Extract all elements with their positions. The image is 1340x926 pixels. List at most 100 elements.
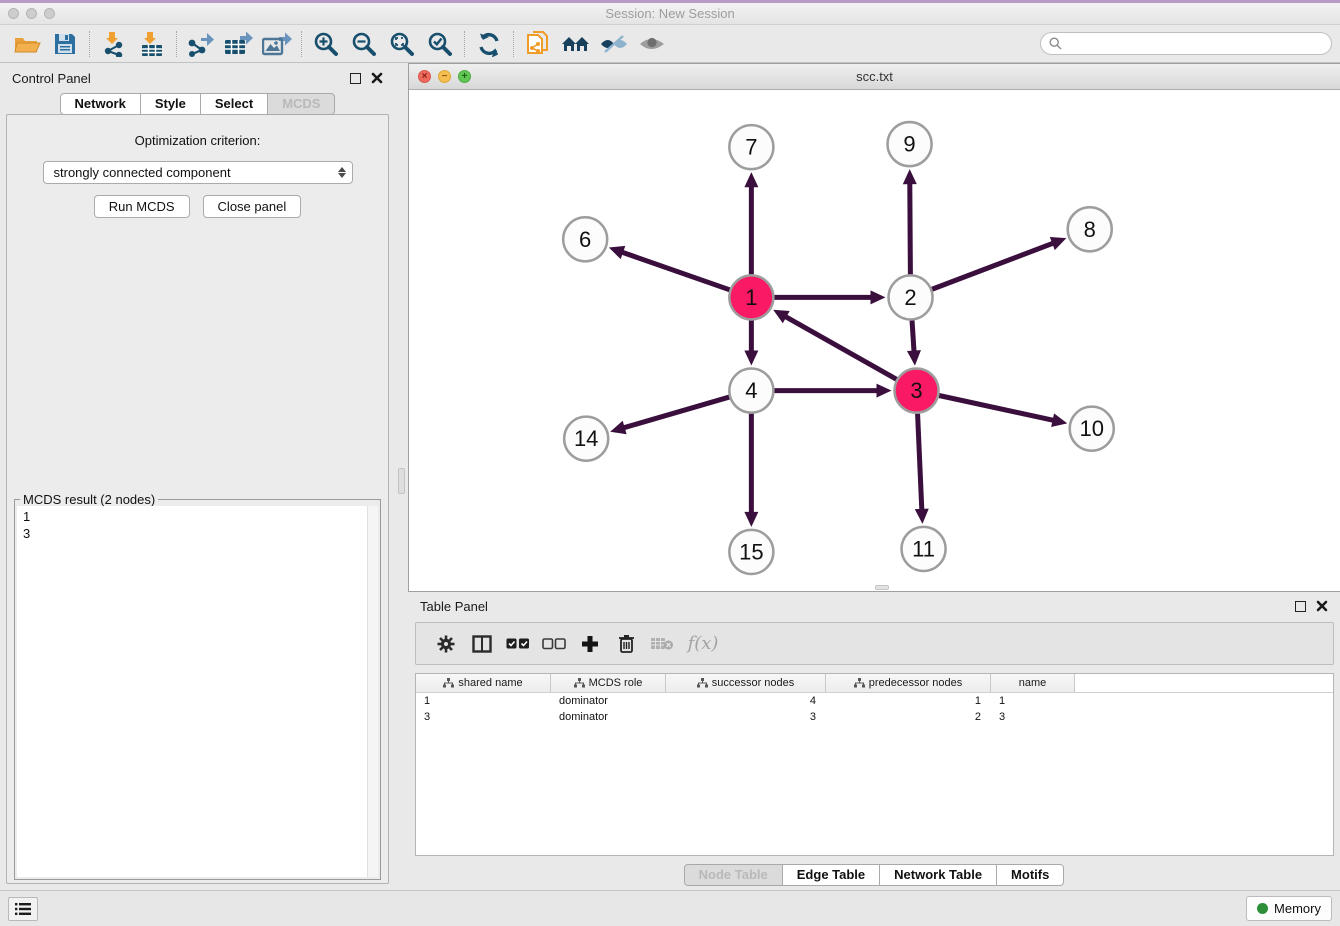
cell-shared-name[interactable]: 3 [416, 711, 551, 723]
tab-network[interactable]: Network [60, 93, 141, 115]
delete-button[interactable] [608, 627, 644, 661]
cell-MCDS-role[interactable]: dominator [551, 711, 666, 723]
column-tree-icon [574, 678, 585, 688]
tab-node-table[interactable]: Node Table [684, 864, 783, 886]
column-label: successor nodes [712, 677, 795, 689]
canvas-resize-grip[interactable] [875, 585, 889, 590]
tab-mcds[interactable]: MCDS [267, 93, 335, 115]
memory-button[interactable]: Memory [1246, 896, 1332, 921]
float-panel-icon[interactable] [350, 73, 361, 84]
column-label: name [1019, 677, 1047, 689]
cell-successor-nodes[interactable]: 4 [666, 695, 826, 707]
close-table-panel-icon[interactable] [1316, 600, 1328, 612]
window-controls-inactive[interactable] [8, 8, 55, 19]
column-header-shared-name[interactable]: shared name [416, 674, 551, 692]
export-table-button[interactable] [220, 28, 258, 60]
settings-gear-button[interactable] [428, 627, 464, 661]
zoom-fit-button[interactable] [383, 28, 421, 60]
column-header-name[interactable]: name [991, 674, 1075, 692]
network-graph[interactable]: 7968124314101511 [409, 90, 1340, 591]
node-label-2: 2 [904, 285, 916, 310]
search-box[interactable] [1040, 32, 1332, 55]
export-network-button[interactable] [182, 28, 220, 60]
tab-style[interactable]: Style [140, 93, 201, 115]
delete-table-button[interactable] [644, 627, 680, 661]
column-tree-icon [854, 678, 865, 688]
search-input[interactable] [1067, 37, 1323, 51]
show-eye-button[interactable] [633, 28, 671, 60]
edge-2-8[interactable] [932, 243, 1054, 289]
column-header-successor-nodes[interactable]: successor nodes [666, 674, 826, 692]
close-window-icon[interactable] [8, 8, 19, 19]
edge-4-14[interactable] [623, 397, 730, 428]
edge-arrowhead [609, 246, 625, 259]
table-body: 1dominator4113dominator323 [416, 693, 1333, 725]
cell-predecessor-nodes[interactable]: 2 [826, 711, 991, 723]
edge-2-9[interactable] [910, 182, 911, 274]
task-history-button[interactable] [8, 897, 38, 921]
edge-arrowhead [1051, 413, 1067, 427]
node-table[interactable]: shared nameMCDS role successor nodes prede… [415, 673, 1334, 856]
control-panel-header: Control Panel [0, 63, 395, 93]
run-mcds-button[interactable]: Run MCDS [94, 195, 190, 218]
maximize-window-icon[interactable] [44, 8, 55, 19]
mcds-result-text[interactable]: 13 [17, 506, 367, 877]
export-image-icon [262, 31, 292, 57]
deselect-all-icon [542, 638, 566, 650]
cell-successor-nodes[interactable]: 3 [666, 711, 826, 723]
tab-edge-table[interactable]: Edge Table [782, 864, 880, 886]
add-column-button[interactable] [572, 627, 608, 661]
export-image-button[interactable] [258, 28, 296, 60]
import-network-button[interactable] [95, 28, 133, 60]
node-label-1: 1 [745, 285, 757, 310]
network-document-button[interactable] [519, 28, 557, 60]
edge-3-10[interactable] [939, 395, 1055, 420]
cell-name[interactable]: 3 [991, 711, 1075, 723]
column-header-predecessor-nodes[interactable]: predecessor nodes [826, 674, 991, 692]
tab-select[interactable]: Select [200, 93, 268, 115]
edge-3-11[interactable] [918, 414, 922, 511]
open-session-icon [13, 32, 41, 56]
hide-eye-button[interactable] [595, 28, 633, 60]
cell-MCDS-role[interactable]: dominator [551, 695, 666, 707]
export-network-icon [187, 31, 215, 57]
column-tree-icon [697, 678, 708, 688]
table-row[interactable]: 3dominator323 [416, 709, 1333, 725]
edge-3-1[interactable] [785, 316, 897, 379]
import-table-button[interactable] [133, 28, 171, 60]
save-session-button[interactable] [46, 28, 84, 60]
toolbar-separator [89, 31, 90, 57]
zoom-out-button[interactable] [345, 28, 383, 60]
edge-2-3[interactable] [912, 320, 914, 352]
network-window-titlebar[interactable]: scc.txt × − + [409, 64, 1340, 90]
split-columns-button[interactable] [464, 627, 500, 661]
close-panel-icon[interactable] [371, 72, 383, 84]
zoom-selected-button[interactable] [421, 28, 459, 60]
panel-splitter[interactable] [395, 63, 408, 890]
function-builder-button[interactable]: f(x) [680, 627, 726, 661]
tab-motifs[interactable]: Motifs [996, 864, 1064, 886]
result-scrollbar[interactable] [367, 506, 378, 877]
minimize-window-icon[interactable] [26, 8, 37, 19]
refresh-layout-button[interactable] [470, 28, 508, 60]
select-all-button[interactable] [500, 627, 536, 661]
cell-name[interactable]: 1 [991, 695, 1075, 707]
edge-arrowhead [870, 290, 885, 304]
import-network-icon [101, 31, 127, 57]
home-button[interactable] [557, 28, 595, 60]
column-header-MCDS-role[interactable]: MCDS role [551, 674, 666, 692]
network-canvas[interactable]: 7968124314101511 [409, 90, 1340, 591]
zoom-in-button[interactable] [307, 28, 345, 60]
deselect-all-button[interactable] [536, 627, 572, 661]
cell-predecessor-nodes[interactable]: 1 [826, 695, 991, 707]
criterion-dropdown[interactable]: strongly connected component [43, 161, 353, 184]
tab-network-table[interactable]: Network Table [879, 864, 997, 886]
table-row[interactable]: 1dominator411 [416, 693, 1333, 709]
edge-1-6[interactable] [621, 252, 730, 290]
open-session-button[interactable] [8, 28, 46, 60]
cell-shared-name[interactable]: 1 [416, 695, 551, 707]
close-panel-button[interactable]: Close panel [203, 195, 302, 218]
node-label-11: 11 [912, 536, 935, 561]
float-table-panel-icon[interactable] [1295, 601, 1306, 612]
splitter-handle[interactable] [398, 468, 405, 494]
